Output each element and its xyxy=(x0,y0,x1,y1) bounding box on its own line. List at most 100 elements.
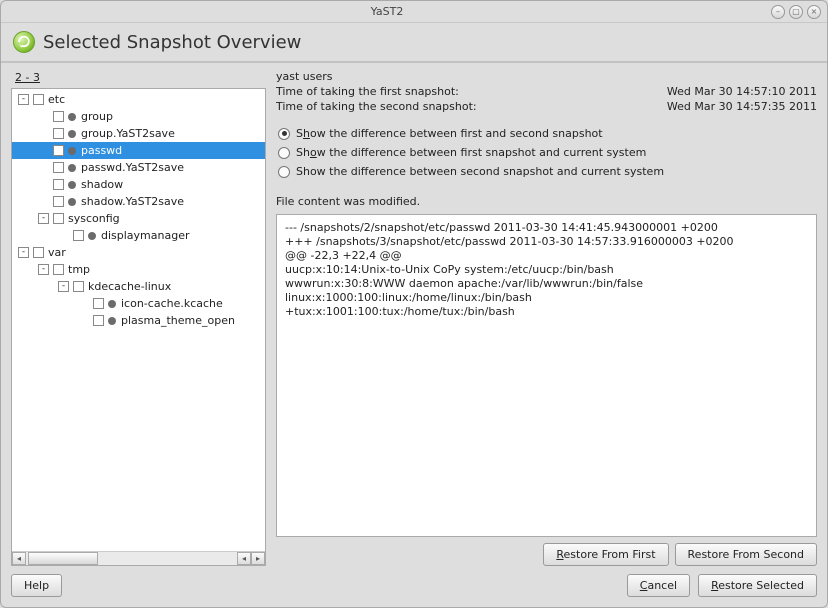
yast-icon xyxy=(13,31,35,53)
collapse-icon[interactable]: - xyxy=(18,94,29,105)
help-button[interactable]: Help xyxy=(11,574,62,597)
tree-item[interactable]: passwd.YaST2save xyxy=(12,159,265,176)
file-bullet-icon xyxy=(68,147,76,155)
tree-checkbox[interactable] xyxy=(33,94,44,105)
collapse-icon[interactable]: - xyxy=(38,213,49,224)
cancel-button[interactable]: Cancel xyxy=(627,574,690,597)
titlebar[interactable]: YaST2 – ▢ × xyxy=(1,1,827,23)
minimize-icon[interactable]: – xyxy=(771,5,785,19)
diff-status-label: File content was modified. xyxy=(276,195,817,208)
file-bullet-icon xyxy=(68,113,76,121)
tree-checkbox[interactable] xyxy=(53,213,64,224)
tree-checkbox[interactable] xyxy=(93,315,104,326)
second-time-label: Time of taking the second snapshot: xyxy=(276,100,477,113)
tree-item[interactable]: - tmp xyxy=(12,261,265,278)
snapshot-pair-label: 2 - 3 xyxy=(11,69,266,88)
tree-checkbox[interactable] xyxy=(93,298,104,309)
tree-item-label: displaymanager xyxy=(101,229,190,242)
tree-item[interactable]: icon-cache.kcache xyxy=(12,295,265,312)
restore-from-second-button[interactable]: Restore From Second xyxy=(675,543,817,566)
tree-item[interactable]: - sysconfig xyxy=(12,210,265,227)
tree-checkbox[interactable] xyxy=(33,247,44,258)
tree-item-label: shadow.YaST2save xyxy=(81,195,184,208)
file-bullet-icon xyxy=(108,317,116,325)
tree-spacer xyxy=(58,230,69,241)
tree-item[interactable]: - var xyxy=(12,244,265,261)
tree-item[interactable]: passwd xyxy=(12,142,265,159)
tree-spacer xyxy=(38,179,49,190)
tree-checkbox[interactable] xyxy=(73,281,84,292)
tree-spacer xyxy=(38,145,49,156)
tree-spacer xyxy=(38,162,49,173)
tree-checkbox[interactable] xyxy=(53,264,64,275)
radio-icon xyxy=(278,128,290,140)
tree-item[interactable]: group.YaST2save xyxy=(12,125,265,142)
tree-item[interactable]: - kdecache-linux xyxy=(12,278,265,295)
page-header: Selected Snapshot Overview xyxy=(1,23,827,63)
left-pane: 2 - 3 -etc group group.YaST2save passwd pass… xyxy=(11,69,266,566)
tree-item[interactable]: shadow.YaST2save xyxy=(12,193,265,210)
tree-checkbox[interactable] xyxy=(53,162,64,173)
tree-item-label: passwd xyxy=(81,144,122,157)
scroll-left-icon[interactable]: ◂ xyxy=(12,552,26,565)
maximize-icon[interactable]: ▢ xyxy=(789,5,803,19)
tree-item[interactable]: -etc xyxy=(12,91,265,108)
second-time-value: Wed Mar 30 14:57:35 2011 xyxy=(667,100,817,113)
tree-item-label: var xyxy=(48,246,66,259)
app-window: YaST2 – ▢ × Selected Snapshot Overview 2… xyxy=(0,0,828,608)
file-bullet-icon xyxy=(68,164,76,172)
radio-first-second[interactable]: Show the difference between first and se… xyxy=(276,124,817,143)
tree-spacer xyxy=(78,298,89,309)
radio-first-current[interactable]: Show the difference between first snapsh… xyxy=(276,143,817,162)
restore-from-first-button[interactable]: Restore From First xyxy=(543,543,668,566)
radio-second-current[interactable]: Show the difference between second snaps… xyxy=(276,162,817,181)
tree-checkbox[interactable] xyxy=(53,111,64,122)
snapshot-meta: yast users Time of taking the first snap… xyxy=(276,69,817,114)
window-title: YaST2 xyxy=(7,5,767,18)
tree-checkbox[interactable] xyxy=(53,179,64,190)
restore-selected-button[interactable]: Restore Selected xyxy=(698,574,817,597)
tree-item[interactable]: plasma_theme_open xyxy=(12,312,265,329)
tree-spacer xyxy=(78,315,89,326)
tree-item-label: tmp xyxy=(68,263,90,276)
page-title: Selected Snapshot Overview xyxy=(43,32,301,53)
scroll-right-icon[interactable]: ▸ xyxy=(251,552,265,565)
file-bullet-icon xyxy=(68,130,76,138)
first-time-value: Wed Mar 30 14:57:10 2011 xyxy=(667,85,817,98)
scroll-right-step-icon[interactable]: ◂ xyxy=(237,552,251,565)
file-bullet-icon xyxy=(68,198,76,206)
close-icon[interactable]: × xyxy=(807,5,821,19)
collapse-icon[interactable]: - xyxy=(38,264,49,275)
diff-text[interactable]: --- /snapshots/2/snapshot/etc/passwd 201… xyxy=(276,214,817,537)
tree-item-label: shadow xyxy=(81,178,123,191)
scroll-thumb[interactable] xyxy=(28,552,98,565)
file-bullet-icon xyxy=(88,232,96,240)
tree-item-label: group.YaST2save xyxy=(81,127,175,140)
tree-item[interactable]: displaymanager xyxy=(12,227,265,244)
collapse-icon[interactable]: - xyxy=(58,281,69,292)
tree-item-label: group xyxy=(81,110,113,123)
tree-hscrollbar[interactable]: ◂ ◂ ▸ xyxy=(12,551,265,565)
right-pane: yast users Time of taking the first snap… xyxy=(276,69,817,566)
tree-checkbox[interactable] xyxy=(53,128,64,139)
tree-item-label: plasma_theme_open xyxy=(121,314,235,327)
tree-item-label: icon-cache.kcache xyxy=(121,297,223,310)
file-tree[interactable]: -etc group group.YaST2save passwd passwd.YaS… xyxy=(11,88,266,566)
diff-mode-radios: Show the difference between first and se… xyxy=(276,124,817,181)
tree-checkbox[interactable] xyxy=(73,230,84,241)
tree-checkbox[interactable] xyxy=(53,145,64,156)
tree-item-label: sysconfig xyxy=(68,212,120,225)
snapshot-subject: yast users xyxy=(276,70,333,83)
collapse-icon[interactable]: - xyxy=(18,247,29,258)
tree-spacer xyxy=(38,128,49,139)
tree-item[interactable]: group xyxy=(12,108,265,125)
tree-item-label: kdecache-linux xyxy=(88,280,171,293)
file-bullet-icon xyxy=(68,181,76,189)
tree-item-label: passwd.YaST2save xyxy=(81,161,184,174)
tree-spacer xyxy=(38,196,49,207)
tree-item[interactable]: shadow xyxy=(12,176,265,193)
radio-icon xyxy=(278,147,290,159)
first-time-label: Time of taking the first snapshot: xyxy=(276,85,459,98)
tree-checkbox[interactable] xyxy=(53,196,64,207)
tree-spacer xyxy=(38,111,49,122)
